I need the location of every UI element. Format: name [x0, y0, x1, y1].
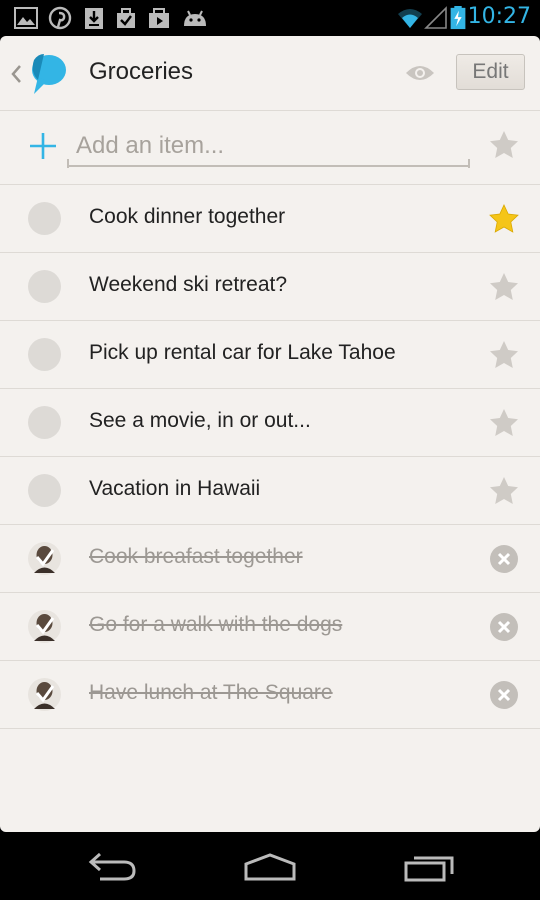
back-icon[interactable] [86, 852, 142, 882]
complete-checkbox[interactable] [28, 338, 61, 371]
add-item-row [0, 111, 540, 185]
checklist-icon [117, 8, 135, 28]
completed-list-item[interactable]: Have lunch at The Square [0, 661, 540, 729]
page-title: Groceries [89, 58, 194, 85]
item-label: Cook dinner together [89, 205, 286, 228]
todo-list: Cook dinner together Weekend ski retreat… [0, 185, 540, 729]
clock: 10:27 [467, 4, 531, 29]
item-label: Vacation in Hawaii [89, 477, 261, 500]
delete-icon[interactable] [489, 544, 519, 574]
recent-apps-icon[interactable] [402, 852, 458, 882]
avatar [28, 542, 61, 575]
completed-list-item[interactable]: Go for a walk with the dogs [0, 593, 540, 661]
delete-icon[interactable] [489, 612, 519, 642]
item-label: Cook breafast together [89, 545, 303, 568]
up-chevron-icon[interactable] [9, 64, 23, 84]
complete-checkbox[interactable] [28, 406, 61, 439]
pinterest-icon [48, 6, 72, 30]
item-label: Have lunch at The Square [89, 681, 333, 704]
delete-icon[interactable] [489, 680, 519, 710]
complete-checkbox[interactable] [28, 202, 61, 235]
add-item-input[interactable] [68, 127, 468, 167]
star-icon[interactable] [488, 339, 520, 371]
completed-list-item[interactable]: Cook breafast together [0, 525, 540, 593]
list-item[interactable]: Vacation in Hawaii [0, 457, 540, 525]
image-icon [14, 7, 38, 29]
star-icon[interactable] [488, 271, 520, 303]
signal-icon [424, 6, 447, 29]
item-label: Weekend ski retreat? [89, 273, 288, 296]
star-icon[interactable] [488, 475, 520, 507]
speech-bubble-logo-icon[interactable] [24, 50, 68, 96]
eye-icon[interactable] [405, 62, 435, 84]
status-bar: 10:27 [0, 0, 540, 36]
home-icon[interactable] [242, 852, 298, 882]
complete-checkbox[interactable] [28, 270, 61, 303]
avatar [28, 610, 61, 643]
list-item[interactable]: Weekend ski retreat? [0, 253, 540, 321]
action-bar: Groceries Edit [0, 36, 540, 111]
navigation-bar [0, 832, 540, 900]
battery-charging-icon [450, 6, 466, 30]
edit-button[interactable]: Edit [456, 54, 525, 90]
download-icon [85, 8, 103, 29]
app-window: Groceries Edit Cook dinner tog [0, 36, 540, 832]
wifi-icon [398, 9, 422, 28]
item-label: See a movie, in or out... [89, 409, 311, 432]
star-icon[interactable] [488, 129, 520, 161]
item-label: Pick up rental car for Lake Tahoe [89, 341, 396, 364]
avatar [28, 678, 61, 711]
item-label: Go for a walk with the dogs [89, 613, 343, 636]
android-icon [184, 10, 206, 26]
star-icon[interactable] [488, 407, 520, 439]
star-filled-icon[interactable] [488, 203, 520, 235]
list-item[interactable]: See a movie, in or out... [0, 389, 540, 457]
list-item[interactable]: Pick up rental car for Lake Tahoe [0, 321, 540, 389]
phone-screen: 10:27 Groceries Edit Add an item... Cook… [0, 0, 540, 900]
complete-checkbox[interactable] [28, 474, 61, 507]
plus-icon[interactable] [29, 132, 57, 160]
list-item[interactable]: Cook dinner together [0, 185, 540, 253]
play-store-icon [149, 8, 169, 28]
